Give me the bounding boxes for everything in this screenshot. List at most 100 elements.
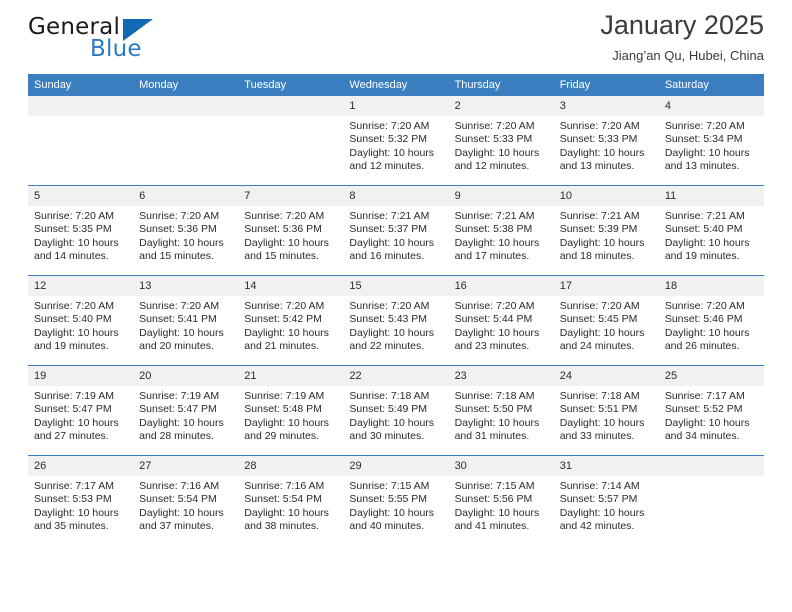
day-details: Sunrise: 7:21 AM Sunset: 5:38 PM Daylight:… — [449, 206, 554, 264]
day-number: 20 — [133, 366, 239, 386]
weekday-header-sunday: Sunday — [28, 74, 134, 96]
day-daylight1-text: Daylight: 10 hours — [664, 236, 750, 249]
day-sunrise-text: Sunrise: 7:19 AM — [139, 390, 220, 402]
day-daylight1-text: Daylight: 10 hours — [454, 326, 540, 339]
day-sunset-text: Sunset: 5:33 PM — [454, 133, 533, 146]
weekday-header-saturday: Saturday — [658, 74, 764, 96]
calendar-day-cell[interactable]: 26 Sunrise: 7:17 AM Sunset: 5:53 PM Dayligh… — [28, 455, 134, 545]
calendar-day-cell[interactable]: 1 Sunrise: 7:20 AM Sunset: 5:32 PM Daylight… — [343, 96, 449, 186]
day-sunrise-text: Sunrise: 7:18 AM — [349, 390, 430, 402]
calendar-week-row: 5 Sunrise: 7:20 AM Sunset: 5:35 PM Daylight… — [28, 185, 764, 276]
calendar-day-cell[interactable]: 19 Sunrise: 7:19 AM Sunset: 5:47 PM Dayligh… — [28, 365, 134, 456]
day-details: Sunrise: 7:16 AM Sunset: 5:54 PM Daylight:… — [238, 476, 343, 534]
weekday-header-wednesday: Wednesday — [343, 74, 449, 96]
calendar-day-cell[interactable]: 2 Sunrise: 7:20 AM Sunset: 5:33 PM Daylight… — [448, 96, 554, 186]
calendar-day-cell[interactable]: 8 Sunrise: 7:21 AM Sunset: 5:37 PM Daylight… — [343, 185, 449, 276]
calendar-day-cell[interactable]: 4 Sunrise: 7:20 AM Sunset: 5:34 PM Daylight… — [658, 96, 764, 186]
calendar-week-row: 1 Sunrise: 7:20 AM Sunset: 5:32 PM Daylight… — [28, 96, 764, 186]
day-details: Sunrise: 7:18 AM Sunset: 5:51 PM Daylight:… — [554, 386, 659, 444]
day-number: 15 — [343, 276, 449, 296]
day-daylight1-text: Daylight: 10 hours — [34, 236, 119, 249]
calendar-day-cell[interactable]: 17 Sunrise: 7:20 AM Sunset: 5:45 PM Dayligh… — [553, 275, 659, 366]
day-cell-inner: 23 Sunrise: 7:18 AM Sunset: 5:50 PM Dayligh… — [448, 366, 554, 455]
day-details: Sunrise: 7:20 AM Sunset: 5:32 PM Daylight:… — [343, 116, 448, 174]
calendar-day-cell[interactable]: 31 Sunrise: 7:14 AM Sunset: 5:57 PM Dayligh… — [553, 455, 659, 545]
calendar-day-cell[interactable]: 25 Sunrise: 7:17 AM Sunset: 5:52 PM Dayligh… — [658, 365, 764, 456]
day-cell-inner: 29 Sunrise: 7:15 AM Sunset: 5:55 PM Dayligh… — [343, 456, 449, 545]
calendar-day-cell[interactable]: 15 Sunrise: 7:20 AM Sunset: 5:43 PM Dayligh… — [343, 275, 449, 366]
calendar-day-cell[interactable]: 6 Sunrise: 7:20 AM Sunset: 5:36 PM Daylight… — [133, 185, 239, 276]
day-details: Sunrise: 7:19 AM Sunset: 5:47 PM Daylight:… — [28, 386, 133, 444]
calendar-day-cell[interactable]: 10 Sunrise: 7:21 AM Sunset: 5:39 PM Dayligh… — [553, 185, 659, 276]
day-sunset-text: Sunset: 5:57 PM — [559, 493, 638, 506]
day-cell-inner: 4 Sunrise: 7:20 AM Sunset: 5:34 PM Daylight… — [658, 96, 764, 185]
day-daylight1-text: Daylight: 10 hours — [664, 326, 750, 339]
calendar-day-cell[interactable]: 29 Sunrise: 7:15 AM Sunset: 5:55 PM Dayligh… — [343, 455, 449, 545]
day-sunrise-text: Sunrise: 7:17 AM — [34, 480, 114, 492]
calendar-day-cell[interactable]: 16 Sunrise: 7:20 AM Sunset: 5:44 PM Dayligh… — [448, 275, 554, 366]
day-daylight2-text: and 37 minutes. — [139, 520, 214, 533]
day-number: 25 — [658, 366, 764, 386]
calendar-day-cell[interactable]: 11 Sunrise: 7:21 AM Sunset: 5:40 PM Dayligh… — [658, 185, 764, 276]
page-title: January 2025 — [600, 10, 764, 40]
weekday-header-thursday: Thursday — [448, 74, 554, 96]
day-details: Sunrise: 7:20 AM Sunset: 5:43 PM Daylight:… — [343, 296, 448, 354]
day-daylight2-text: and 24 minutes. — [559, 340, 635, 353]
day-number: 11 — [658, 186, 764, 206]
brand-logo[interactable]: General Blue — [28, 14, 248, 70]
calendar-day-cell[interactable]: 9 Sunrise: 7:21 AM Sunset: 5:38 PM Daylight… — [448, 185, 554, 276]
calendar-day-cell[interactable]: 30 Sunrise: 7:15 AM Sunset: 5:56 PM Dayligh… — [448, 455, 554, 545]
day-daylight1-text: Daylight: 10 hours — [34, 326, 119, 339]
calendar-day-cell[interactable]: 13 Sunrise: 7:20 AM Sunset: 5:41 PM Dayligh… — [133, 275, 239, 366]
day-daylight1-text: Daylight: 10 hours — [559, 236, 645, 249]
day-daylight2-text: and 18 minutes. — [559, 250, 635, 263]
calendar-day-cell[interactable]: 7 Sunrise: 7:20 AM Sunset: 5:36 PM Daylight… — [238, 185, 344, 276]
day-sunrise-text: Sunrise: 7:21 AM — [559, 210, 640, 222]
day-sunrise-text: Sunrise: 7:16 AM — [139, 480, 220, 492]
calendar-day-cell[interactable]: 3 Sunrise: 7:20 AM Sunset: 5:33 PM Daylight… — [553, 96, 659, 186]
calendar-grid: Sunday Monday Tuesday Wednesday Thursday… — [28, 74, 764, 545]
day-sunset-text: Sunset: 5:47 PM — [139, 403, 217, 416]
day-daylight2-text: and 12 minutes. — [349, 160, 425, 173]
day-daylight2-text: and 31 minutes. — [454, 430, 530, 443]
day-sunrise-text: Sunrise: 7:15 AM — [454, 480, 535, 492]
day-sunset-text: Sunset: 5:46 PM — [664, 313, 743, 326]
day-details: Sunrise: 7:15 AM Sunset: 5:55 PM Daylight:… — [343, 476, 448, 534]
calendar-day-cell[interactable]: 23 Sunrise: 7:18 AM Sunset: 5:50 PM Dayligh… — [448, 365, 554, 456]
calendar-day-cell[interactable]: 22 Sunrise: 7:18 AM Sunset: 5:49 PM Dayligh… — [343, 365, 449, 456]
calendar-day-cell[interactable]: 24 Sunrise: 7:18 AM Sunset: 5:51 PM Dayligh… — [553, 365, 659, 456]
day-cell-inner: 18 Sunrise: 7:20 AM Sunset: 5:46 PM Dayligh… — [658, 276, 764, 365]
day-sunset-text: Sunset: 5:43 PM — [349, 313, 428, 326]
day-sunrise-text: Sunrise: 7:19 AM — [34, 390, 114, 402]
day-number: 26 — [28, 456, 134, 476]
day-cell-inner: 7 Sunrise: 7:20 AM Sunset: 5:36 PM Daylight… — [238, 186, 344, 275]
day-daylight1-text: Daylight: 10 hours — [454, 416, 540, 429]
day-daylight1-text: Daylight: 10 hours — [664, 416, 750, 429]
calendar-day-cell[interactable]: 20 Sunrise: 7:19 AM Sunset: 5:47 PM Dayligh… — [133, 365, 239, 456]
day-sunset-text: Sunset: 5:40 PM — [664, 223, 743, 236]
day-sunset-text: Sunset: 5:44 PM — [454, 313, 533, 326]
day-details: Sunrise: 7:20 AM Sunset: 5:34 PM Daylight:… — [659, 116, 764, 174]
day-cell-inner — [133, 96, 239, 185]
day-sunrise-text: Sunrise: 7:20 AM — [139, 210, 220, 222]
day-daylight1-text: Daylight: 10 hours — [244, 326, 329, 339]
day-daylight2-text: and 26 minutes. — [664, 340, 740, 353]
day-daylight2-text: and 41 minutes. — [454, 520, 530, 533]
day-details: Sunrise: 7:20 AM Sunset: 5:36 PM Daylight:… — [133, 206, 238, 264]
day-daylight1-text: Daylight: 10 hours — [349, 326, 435, 339]
day-cell-inner: 17 Sunrise: 7:20 AM Sunset: 5:45 PM Dayligh… — [553, 276, 659, 365]
calendar-day-cell[interactable]: 12 Sunrise: 7:20 AM Sunset: 5:40 PM Dayligh… — [28, 275, 134, 366]
day-sunset-text: Sunset: 5:52 PM — [664, 403, 743, 416]
calendar-day-cell[interactable]: 27 Sunrise: 7:16 AM Sunset: 5:54 PM Dayligh… — [133, 455, 239, 545]
calendar-day-cell[interactable]: 21 Sunrise: 7:19 AM Sunset: 5:48 PM Dayligh… — [238, 365, 344, 456]
calendar-day-cell[interactable]: 28 Sunrise: 7:16 AM Sunset: 5:54 PM Dayligh… — [238, 455, 344, 545]
day-sunrise-text: Sunrise: 7:20 AM — [349, 120, 430, 132]
day-sunset-text: Sunset: 5:49 PM — [349, 403, 428, 416]
calendar-day-cell[interactable]: 18 Sunrise: 7:20 AM Sunset: 5:46 PM Dayligh… — [658, 275, 764, 366]
calendar-day-cell[interactable]: 5 Sunrise: 7:20 AM Sunset: 5:35 PM Daylight… — [28, 185, 134, 276]
calendar-day-cell[interactable]: 14 Sunrise: 7:20 AM Sunset: 5:42 PM Dayligh… — [238, 275, 344, 366]
day-sunset-text: Sunset: 5:50 PM — [454, 403, 533, 416]
day-daylight1-text: Daylight: 10 hours — [454, 506, 540, 519]
day-cell-inner: 21 Sunrise: 7:19 AM Sunset: 5:48 PM Dayligh… — [238, 366, 344, 455]
weekday-header-monday: Monday — [133, 74, 239, 96]
